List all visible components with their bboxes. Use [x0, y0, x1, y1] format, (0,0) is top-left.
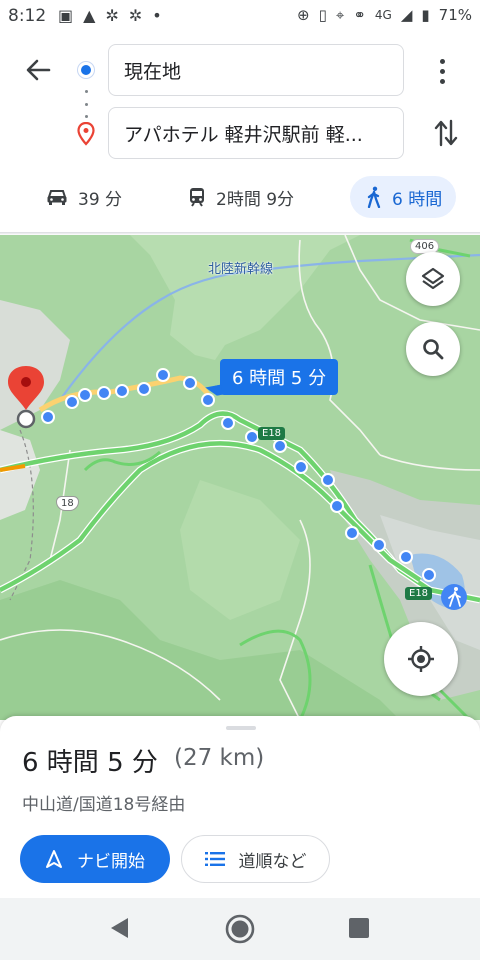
car-icon: [47, 190, 67, 205]
road-18-label: 18: [56, 496, 79, 511]
layers-icon: [421, 267, 445, 290]
swap-icon[interactable]: [434, 118, 458, 148]
dot-icon: •: [152, 6, 162, 25]
mode-transit-tab[interactable]: 2時間 9分: [176, 176, 306, 218]
mode-drive-label: 39 分: [78, 189, 123, 210]
walk-icon: [367, 186, 381, 208]
start-navigation-button[interactable]: ナビ開始: [20, 835, 170, 883]
steps-label: 道順など: [238, 851, 307, 872]
data-saver-icon: ⊕: [297, 6, 310, 24]
mode-walk-tab[interactable]: 6 時間: [350, 176, 457, 218]
route-summary-sheet[interactable]: 6 時間 5 分 (27 km) 中山道/国道18号経由 ナビ開始 道順など: [0, 716, 480, 898]
map-view[interactable]: 北陸新幹線 406 E18 E18 18 6 時間 5 分: [0, 235, 480, 720]
nav-recents-icon[interactable]: [349, 918, 369, 938]
railway-label: 北陸新幹線: [208, 262, 274, 277]
search-along-route-button[interactable]: [406, 322, 460, 376]
destination-pin-icon: [77, 122, 95, 146]
mode-walk-label: 6 時間: [392, 189, 443, 210]
system-nav-bar: [0, 898, 480, 960]
directions-header: 現在地 アパホテル 軽井沢駅前 軽... 39 分 2時間 9分 6 時間: [0, 34, 480, 234]
layers-button[interactable]: [406, 252, 460, 306]
vibrate-icon: ▯: [318, 6, 327, 24]
arrow-back-icon: [26, 59, 51, 81]
navigation-arrow-icon: [46, 850, 62, 868]
status-time: 8:12: [8, 6, 47, 26]
destination-field[interactable]: アパホテル 軽井沢駅前 軽...: [108, 107, 404, 159]
road-e18-label: E18: [405, 587, 433, 600]
list-icon: [204, 852, 225, 866]
warning-icon: ▲: [83, 6, 96, 25]
battery-percent: 71%: [438, 6, 472, 24]
route-time-callout[interactable]: 6 時間 5 分: [220, 359, 339, 395]
nav-home-icon[interactable]: [224, 913, 256, 945]
more-options-button[interactable]: [430, 56, 454, 86]
mode-drive-tab[interactable]: 39 分: [34, 176, 134, 218]
status-bar: 8:12 ▣ ▲ ✲ ✲ • ⊕ ▯ ⌖ ⚭ 4G ◢ ▮ 71%: [0, 0, 480, 34]
start-navigation-label: ナビ開始: [77, 851, 145, 872]
my-location-button[interactable]: [384, 622, 458, 696]
nav-back-icon[interactable]: [108, 916, 130, 940]
sheet-drag-handle[interactable]: [226, 726, 256, 730]
travel-mode-tabs: 39 分 2時間 9分 6 時間: [0, 174, 480, 220]
signal-icon: ◢: [400, 6, 413, 24]
route-via: 中山道/国道18号経由: [22, 795, 186, 815]
route-connector: [84, 90, 88, 118]
voicemail-icon: ⚭: [353, 6, 366, 24]
train-icon: [190, 188, 204, 207]
route-distance: (27 km): [174, 745, 265, 771]
mode-transit-label: 2時間 9分: [216, 189, 295, 210]
steps-button[interactable]: 道順など: [181, 835, 330, 883]
image-icon: ▣: [58, 6, 74, 25]
route-duration: 6 時間 5 分: [22, 748, 158, 778]
battery-icon: ▮: [421, 6, 430, 24]
origin-dot-icon: [78, 62, 94, 78]
my-location-icon: [408, 646, 434, 672]
slack-icon: ✲: [105, 6, 119, 25]
origin-field[interactable]: 現在地: [108, 44, 404, 96]
slack-icon: ✲: [128, 6, 143, 25]
road-e18-label: E18: [258, 427, 286, 440]
search-icon: [423, 339, 444, 360]
back-button[interactable]: [18, 54, 58, 86]
network-type: 4G: [374, 8, 392, 22]
location-icon: ⌖: [335, 6, 345, 24]
